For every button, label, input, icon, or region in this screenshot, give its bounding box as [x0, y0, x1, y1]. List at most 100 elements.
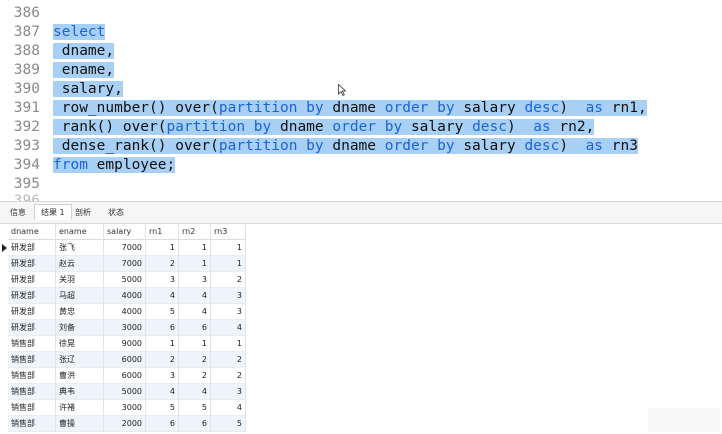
table-cell[interactable]: 3 — [211, 384, 246, 400]
sql-keyword: as — [585, 100, 604, 116]
table-cell[interactable]: 刘备 — [56, 320, 104, 336]
table-cell[interactable]: 5000 — [104, 272, 146, 288]
code-text: row_number() over(partition by dname ord… — [53, 99, 647, 118]
table-cell[interactable]: 2 — [211, 272, 246, 288]
table-cell[interactable]: 7000 — [104, 240, 146, 256]
column-header-salary[interactable]: salary — [104, 224, 146, 240]
table-cell[interactable]: 4000 — [104, 288, 146, 304]
table-cell[interactable]: 1 — [211, 240, 246, 256]
code-line[interactable]: 392 rank() over(partition by dname order… — [0, 118, 722, 137]
tab-2[interactable]: 剖析 — [69, 205, 97, 221]
code-line[interactable]: 388 dname, — [0, 42, 722, 61]
table-cell[interactable]: 销售部 — [8, 416, 56, 432]
table-cell[interactable]: 4000 — [104, 304, 146, 320]
code-line[interactable]: 393 dense_rank() over(partition by dname… — [0, 137, 722, 156]
table-cell[interactable]: 1 — [211, 256, 246, 272]
table-cell[interactable]: 4 — [179, 288, 211, 304]
code-line[interactable]: 387 select — [0, 23, 722, 42]
table-cell[interactable]: 关羽 — [56, 272, 104, 288]
table-cell[interactable]: 5 — [211, 416, 246, 432]
code-line[interactable]: 389 ename, — [0, 61, 722, 80]
table-cell[interactable]: 3 — [211, 288, 246, 304]
table-cell[interactable]: 1 — [179, 256, 211, 272]
table-cell[interactable]: 黄忠 — [56, 304, 104, 320]
sql-editor[interactable]: 396 386387select388 dname,389 ename,390 … — [0, 0, 722, 201]
tab-3[interactable]: 状态 — [102, 205, 130, 221]
table-cell[interactable]: 研发部 — [8, 304, 56, 320]
table-cell[interactable]: 5 — [146, 400, 179, 416]
table-cell[interactable]: 销售部 — [8, 336, 56, 352]
code-text: salary, — [53, 80, 123, 99]
table-cell[interactable]: 1 — [179, 336, 211, 352]
table-cell[interactable]: 6 — [179, 320, 211, 336]
table-cell[interactable]: 张飞 — [56, 240, 104, 256]
table-cell[interactable]: 4 — [179, 384, 211, 400]
table-cell[interactable]: 赵云 — [56, 256, 104, 272]
table-cell[interactable]: 6 — [146, 416, 179, 432]
column-header-ename[interactable]: ename — [56, 224, 104, 240]
column-header-rn1[interactable]: rn1 — [146, 224, 179, 240]
table-cell[interactable]: 6000 — [104, 352, 146, 368]
line-number-partial: 396 — [0, 194, 40, 201]
tab-0[interactable]: 信息 — [4, 205, 32, 221]
table-cell[interactable]: 1 — [146, 240, 179, 256]
table-cell[interactable]: 1 — [146, 336, 179, 352]
table-cell[interactable]: 4 — [146, 288, 179, 304]
table-cell[interactable]: 6 — [179, 416, 211, 432]
column-header-rn2[interactable]: rn2 — [179, 224, 211, 240]
table-cell[interactable]: 6 — [146, 320, 179, 336]
table-cell[interactable]: 9000 — [104, 336, 146, 352]
table-cell[interactable]: 4 — [211, 400, 246, 416]
column-header-rn3[interactable]: rn3 — [211, 224, 246, 240]
table-cell[interactable]: 研发部 — [8, 320, 56, 336]
table-cell[interactable]: 销售部 — [8, 368, 56, 384]
table-cell[interactable]: 许褚 — [56, 400, 104, 416]
code-line[interactable]: 391 row_number() over(partition by dname… — [0, 99, 722, 118]
table-cell[interactable]: 徐晃 — [56, 336, 104, 352]
table-cell[interactable]: 1 — [211, 336, 246, 352]
table-cell[interactable]: 3 — [211, 304, 246, 320]
table-cell[interactable]: 典韦 — [56, 384, 104, 400]
table-cell[interactable]: 3000 — [104, 400, 146, 416]
table-cell[interactable]: 研发部 — [8, 240, 56, 256]
column-header-dname[interactable]: dname — [8, 224, 56, 240]
table-cell[interactable]: 马超 — [56, 288, 104, 304]
table-cell[interactable]: 研发部 — [8, 256, 56, 272]
table-cell[interactable]: 5000 — [104, 384, 146, 400]
table-cell[interactable]: 2 — [179, 368, 211, 384]
table-cell[interactable]: 销售部 — [8, 400, 56, 416]
table-cell[interactable]: 销售部 — [8, 384, 56, 400]
table-cell[interactable]: 3 — [146, 272, 179, 288]
table-cell[interactable]: 研发部 — [8, 288, 56, 304]
table-cell[interactable]: 6000 — [104, 368, 146, 384]
table-cell[interactable]: 2 — [211, 368, 246, 384]
table-cell[interactable]: 研发部 — [8, 272, 56, 288]
sql-keyword: partition by — [218, 100, 324, 116]
table-cell[interactable]: 2 — [146, 256, 179, 272]
table-cell[interactable]: 3 — [146, 368, 179, 384]
sql-text: row_number() over( — [53, 100, 219, 116]
table-cell[interactable]: 4 — [146, 384, 179, 400]
table-cell[interactable]: 4 — [179, 304, 211, 320]
table-cell[interactable]: 1 — [179, 240, 211, 256]
code-line[interactable]: 386 — [0, 4, 722, 23]
sql-keyword: from — [53, 157, 88, 173]
table-cell[interactable]: 张辽 — [56, 352, 104, 368]
table-cell[interactable]: 曹洪 — [56, 368, 104, 384]
table-cell[interactable]: 3 — [179, 272, 211, 288]
tab-1[interactable]: 结果 1 — [34, 204, 72, 220]
table-cell[interactable]: 3000 — [104, 320, 146, 336]
table-cell[interactable]: 2 — [146, 352, 179, 368]
table-cell[interactable]: 5 — [146, 304, 179, 320]
table-cell[interactable]: 4 — [211, 320, 246, 336]
table-cell[interactable]: 2 — [179, 352, 211, 368]
code-line[interactable]: 395 — [0, 175, 722, 194]
table-cell[interactable]: 5 — [179, 400, 211, 416]
table-cell[interactable]: 7000 — [104, 256, 146, 272]
table-cell[interactable]: 销售部 — [8, 352, 56, 368]
table-cell[interactable]: 曹操 — [56, 416, 104, 432]
code-line[interactable]: 394 from employee; — [0, 156, 722, 175]
table-cell[interactable]: 2000 — [104, 416, 146, 432]
code-line[interactable]: 390 salary, — [0, 80, 722, 99]
table-cell[interactable]: 2 — [211, 352, 246, 368]
